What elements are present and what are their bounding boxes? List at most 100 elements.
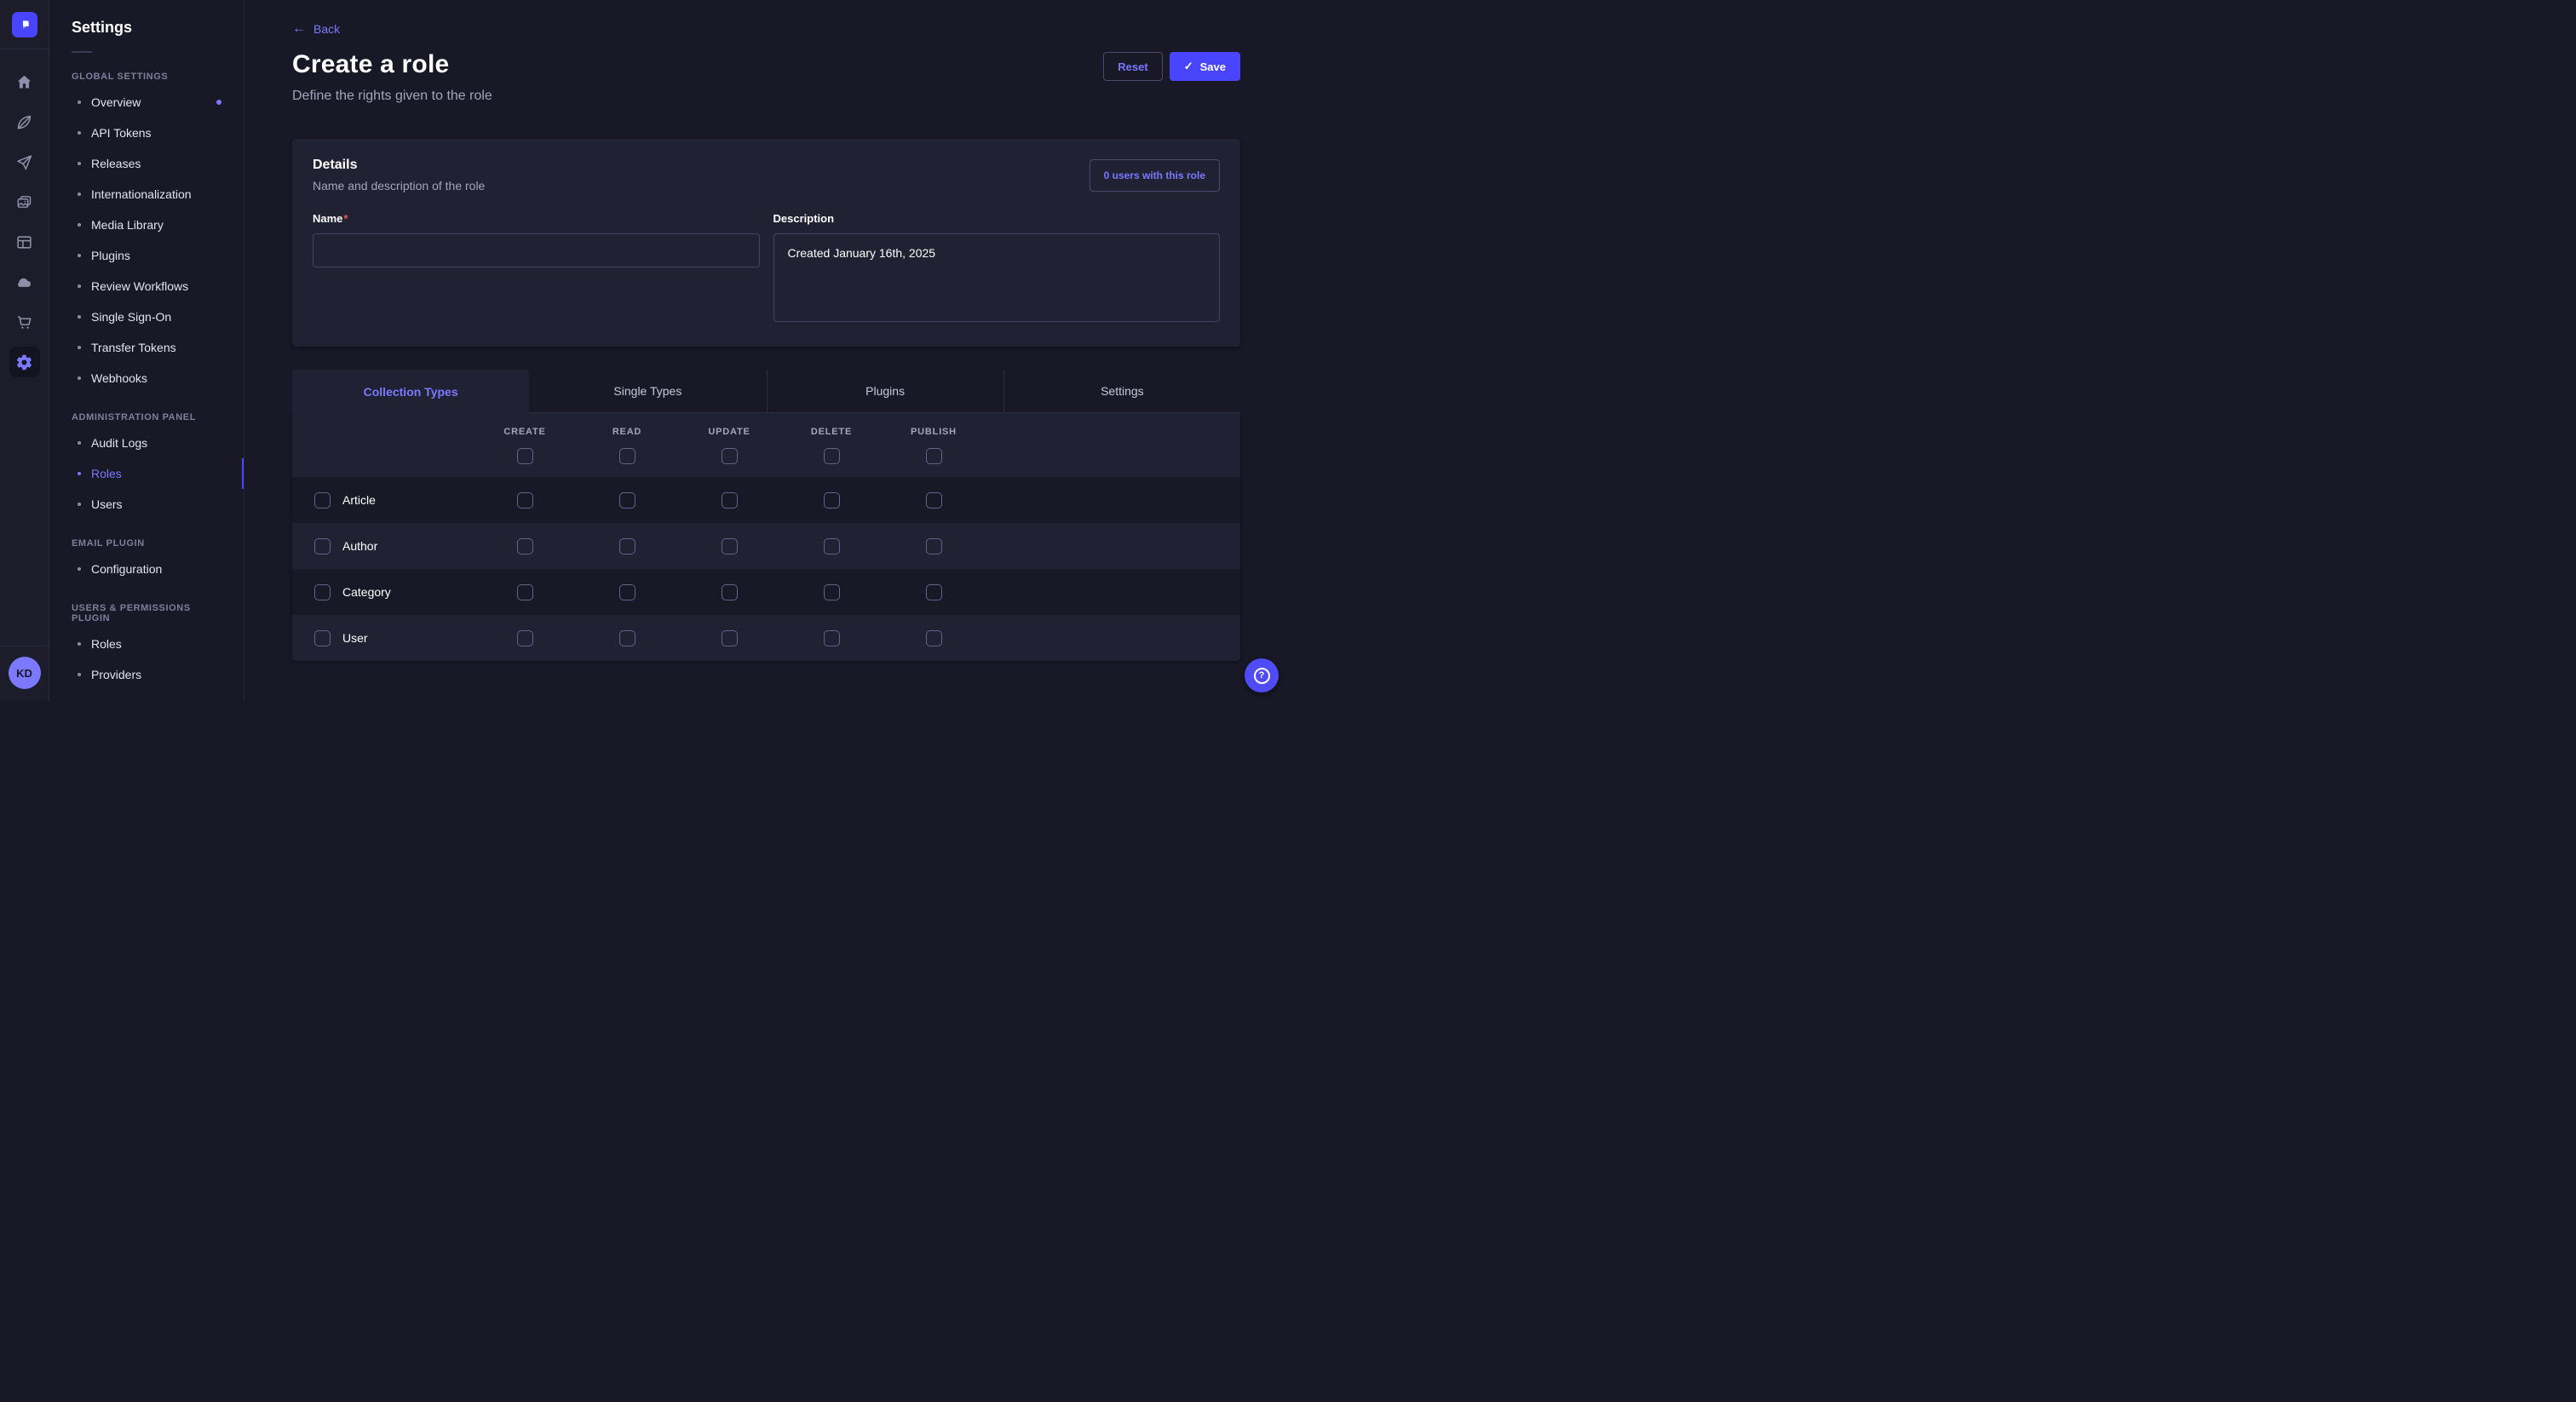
bullet-icon xyxy=(78,192,81,196)
tab-plugins[interactable]: Plugins xyxy=(767,370,1003,413)
description-label: Description xyxy=(773,212,835,225)
help-button[interactable]: ? xyxy=(1245,658,1279,692)
author-publish-checkbox[interactable] xyxy=(926,538,942,554)
users-with-role-button[interactable]: 0 users with this role xyxy=(1090,159,1220,192)
section-label-email-plugin: EMAIL PLUGIN xyxy=(72,538,223,549)
sidebar-item-overview[interactable]: Overview xyxy=(72,87,223,118)
sidebar-item-transfer-tokens[interactable]: Transfer Tokens xyxy=(72,332,223,363)
row-select-checkbox[interactable] xyxy=(314,538,331,554)
permissions-panel: CREATE READ UPDATE DELETE PUBLISH xyxy=(292,413,1240,661)
sidebar-title: Settings xyxy=(72,19,223,37)
perm-column-delete: DELETE xyxy=(780,427,883,464)
paper-plane-icon[interactable] xyxy=(14,152,35,172)
author-update-checkbox[interactable] xyxy=(722,538,738,554)
category-create-checkbox[interactable] xyxy=(517,584,533,600)
permissions-header-row: CREATE READ UPDATE DELETE PUBLISH xyxy=(292,413,1240,477)
media-library-icon[interactable] xyxy=(14,192,35,212)
details-title: Details xyxy=(313,158,485,173)
select-all-create-checkbox[interactable] xyxy=(517,448,533,464)
back-label: Back xyxy=(313,22,340,36)
sidebar-item-roles-up[interactable]: Roles xyxy=(72,629,223,659)
bullet-icon xyxy=(78,254,81,257)
select-all-read-checkbox[interactable] xyxy=(619,448,635,464)
reset-button[interactable]: Reset xyxy=(1103,52,1162,81)
strapi-logo[interactable] xyxy=(12,12,37,37)
tab-collection-types[interactable]: Collection Types xyxy=(292,370,529,413)
row-select-checkbox[interactable] xyxy=(314,492,331,509)
cart-icon[interactable] xyxy=(14,312,35,332)
author-create-checkbox[interactable] xyxy=(517,538,533,554)
bullet-icon xyxy=(78,101,81,104)
article-delete-checkbox[interactable] xyxy=(824,492,840,509)
tab-single-types[interactable]: Single Types xyxy=(529,370,766,413)
tab-settings[interactable]: Settings xyxy=(1003,370,1240,413)
feather-icon[interactable] xyxy=(14,112,35,132)
settings-sidebar: Settings GLOBAL SETTINGS Overview API To… xyxy=(49,0,244,701)
avatar[interactable]: KD xyxy=(9,657,41,689)
sidebar-item-media-library[interactable]: Media Library xyxy=(72,210,223,240)
description-field-group: Description Created January 16th, 2025 xyxy=(773,211,1221,326)
role-name-input[interactable] xyxy=(313,233,760,267)
bullet-icon xyxy=(78,131,81,135)
user-read-checkbox[interactable] xyxy=(619,630,635,646)
sidebar-item-providers[interactable]: Providers xyxy=(72,659,223,690)
main-content: ← Back Create a role Reset ✓ Save Define… xyxy=(244,0,1288,701)
sidebar-item-roles-admin[interactable]: Roles xyxy=(72,458,244,489)
save-button[interactable]: ✓ Save xyxy=(1170,52,1240,81)
perm-column-read: READ xyxy=(576,427,678,464)
settings-gear-icon[interactable] xyxy=(9,347,40,377)
row-select-checkbox[interactable] xyxy=(314,584,331,600)
cloud-icon[interactable] xyxy=(14,272,35,292)
bullet-icon xyxy=(78,223,81,227)
bullet-icon xyxy=(78,346,81,349)
sidebar-item-single-sign-on[interactable]: Single Sign-On xyxy=(72,302,223,332)
article-read-checkbox[interactable] xyxy=(619,492,635,509)
sidebar-item-configuration[interactable]: Configuration xyxy=(72,554,223,584)
article-create-checkbox[interactable] xyxy=(517,492,533,509)
details-card: Details Name and description of the role… xyxy=(292,139,1240,347)
sidebar-item-label: Internationalization xyxy=(91,187,192,201)
user-publish-checkbox[interactable] xyxy=(926,630,942,646)
check-icon: ✓ xyxy=(1184,60,1193,73)
category-update-checkbox[interactable] xyxy=(722,584,738,600)
article-update-checkbox[interactable] xyxy=(722,492,738,509)
sidebar-item-api-tokens[interactable]: API Tokens xyxy=(72,118,223,148)
column-header: CREATE xyxy=(503,427,545,437)
section-label-administration-panel: ADMINISTRATION PANEL xyxy=(72,412,223,422)
row-select-checkbox[interactable] xyxy=(314,630,331,646)
user-delete-checkbox[interactable] xyxy=(824,630,840,646)
sidebar-item-webhooks[interactable]: Webhooks xyxy=(72,363,223,394)
back-arrow-icon: ← xyxy=(292,22,306,36)
sidebar-item-internationalization[interactable]: Internationalization xyxy=(72,179,223,210)
sidebar-item-plugins[interactable]: Plugins xyxy=(72,240,223,271)
category-delete-checkbox[interactable] xyxy=(824,584,840,600)
select-all-delete-checkbox[interactable] xyxy=(824,448,840,464)
article-publish-checkbox[interactable] xyxy=(926,492,942,509)
role-description-input[interactable]: Created January 16th, 2025 xyxy=(773,233,1221,322)
author-delete-checkbox[interactable] xyxy=(824,538,840,554)
sidebar-item-label: Providers xyxy=(91,668,141,681)
category-publish-checkbox[interactable] xyxy=(926,584,942,600)
category-read-checkbox[interactable] xyxy=(619,584,635,600)
sidebar-item-users[interactable]: Users xyxy=(72,489,223,520)
user-create-checkbox[interactable] xyxy=(517,630,533,646)
user-update-checkbox[interactable] xyxy=(722,630,738,646)
home-icon[interactable] xyxy=(14,72,35,92)
layout-icon[interactable] xyxy=(14,232,35,252)
bullet-icon xyxy=(78,441,81,445)
sidebar-item-audit-logs[interactable]: Audit Logs xyxy=(72,428,223,458)
sidebar-item-review-workflows[interactable]: Review Workflows xyxy=(72,271,223,302)
back-link[interactable]: ← Back xyxy=(292,22,340,36)
save-label: Save xyxy=(1200,60,1226,73)
select-all-publish-checkbox[interactable] xyxy=(926,448,942,464)
sidebar-item-label: Plugins xyxy=(91,249,130,262)
sidebar-item-releases[interactable]: Releases xyxy=(72,148,223,179)
select-all-update-checkbox[interactable] xyxy=(722,448,738,464)
author-read-checkbox[interactable] xyxy=(619,538,635,554)
tab-bar: Collection Types Single Types Plugins Se… xyxy=(292,370,1240,413)
bullet-icon xyxy=(78,376,81,380)
row-label: Category xyxy=(342,585,391,599)
section-label-global-settings: GLOBAL SETTINGS xyxy=(72,72,223,82)
perm-column-update: UPDATE xyxy=(678,427,780,464)
required-asterisk: * xyxy=(343,212,348,225)
